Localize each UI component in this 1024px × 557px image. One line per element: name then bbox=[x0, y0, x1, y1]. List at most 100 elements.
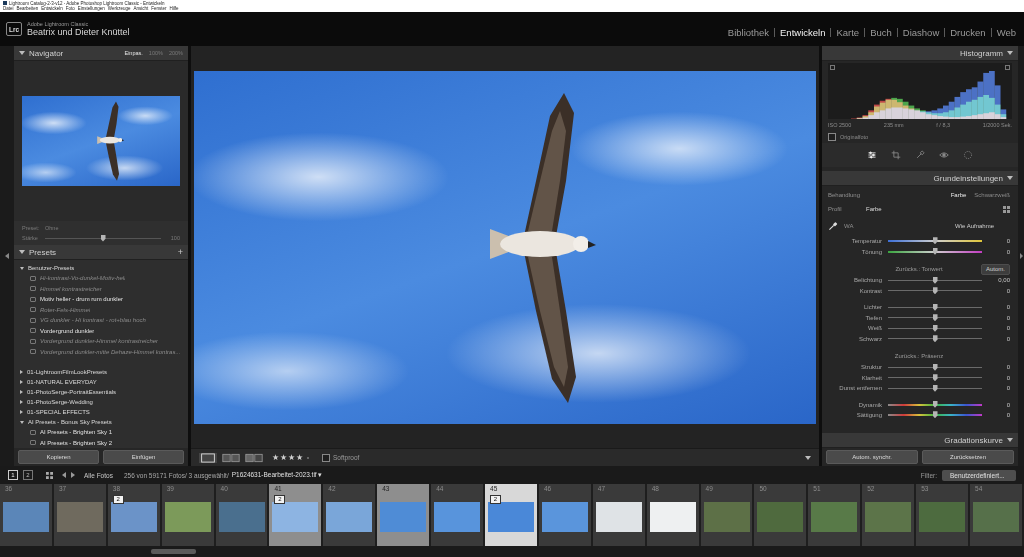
module-tab[interactable]: Bibliothek bbox=[728, 27, 769, 38]
preset-item[interactable]: Motiv heller - drum rum dunkler bbox=[20, 294, 184, 305]
compare-view-icon[interactable] bbox=[222, 453, 240, 463]
module-tab[interactable]: Diashow bbox=[903, 27, 939, 38]
slider-track[interactable] bbox=[888, 280, 982, 281]
basic-header[interactable]: Grundeinstellungen bbox=[822, 171, 1018, 186]
preset-folder[interactable]: Benutzer-Presets bbox=[20, 263, 184, 273]
slider-track[interactable] bbox=[888, 404, 982, 406]
slider-thumb[interactable] bbox=[933, 364, 938, 371]
slider-thumb[interactable] bbox=[933, 411, 938, 418]
amount-slider[interactable] bbox=[45, 238, 161, 239]
file-name[interactable]: P1624631-Bearbeitet-2023.tif ▾ bbox=[232, 471, 323, 479]
preset-folder[interactable]: 01-SPECIAL EFFECTS bbox=[20, 407, 184, 417]
slider-track[interactable] bbox=[888, 290, 982, 291]
grid-view-icon[interactable] bbox=[46, 472, 53, 479]
slider-value[interactable]: 0 bbox=[988, 238, 1010, 244]
slider-thumb[interactable] bbox=[933, 248, 938, 255]
slider-track[interactable] bbox=[888, 338, 982, 339]
checkbox-icon[interactable] bbox=[322, 454, 330, 462]
histogram-header[interactable]: Histogramm bbox=[822, 46, 1018, 61]
slider-track[interactable] bbox=[888, 414, 982, 416]
stack-badge[interactable]: 2 bbox=[490, 495, 501, 504]
wb-dropdown[interactable]: Wie Aufnahme bbox=[955, 223, 994, 229]
slider-thumb[interactable] bbox=[933, 287, 938, 294]
panel-button[interactable]: Kopieren bbox=[18, 450, 99, 464]
slider-track[interactable] bbox=[888, 367, 982, 368]
preset-item[interactable]: VG dunkler - Hi kontrast - rot+blau hoch bbox=[20, 315, 184, 326]
stack-badge[interactable]: 2 bbox=[113, 495, 124, 504]
preset-item[interactable]: Roter-Fels-Himmel bbox=[20, 305, 184, 316]
profile-value[interactable]: Farbe bbox=[866, 206, 882, 212]
eyedropper-icon[interactable] bbox=[828, 221, 838, 231]
module-tab[interactable]: Karte bbox=[836, 27, 859, 38]
panel-button[interactable]: Autom. synchr. bbox=[826, 450, 918, 464]
loupe-view-icon[interactable] bbox=[199, 453, 217, 463]
zoom-option[interactable]: Einpas. bbox=[124, 50, 142, 56]
left-panel-toggle[interactable] bbox=[0, 46, 14, 466]
slider-track[interactable] bbox=[888, 377, 982, 378]
slider-track[interactable] bbox=[888, 317, 982, 318]
panel-button[interactable]: Zurücksetzen bbox=[922, 450, 1014, 464]
slider-value[interactable]: 0 bbox=[988, 249, 1010, 255]
navigator-preview[interactable] bbox=[22, 96, 180, 186]
slider-thumb[interactable] bbox=[933, 304, 938, 311]
slider-value[interactable]: 0 bbox=[988, 315, 1010, 321]
filmstrip-thumbnail[interactable]: 51 bbox=[808, 484, 862, 546]
preset-item[interactable]: Vordergrund dunkler bbox=[20, 326, 184, 337]
menu-item[interactable]: Einstellungen bbox=[78, 6, 105, 12]
slider-value[interactable]: 0 bbox=[988, 364, 1010, 370]
slider-thumb[interactable] bbox=[933, 374, 938, 381]
preset-item[interactable]: AI Presets - Brighten Sky 2 bbox=[20, 438, 184, 449]
slider-track[interactable] bbox=[888, 240, 982, 242]
empty-star-icon[interactable] bbox=[307, 457, 309, 459]
slider-value[interactable]: 0 bbox=[988, 336, 1010, 342]
filmstrip-thumbnail[interactable]: 452 bbox=[485, 484, 539, 546]
toolbar-dropdown-icon[interactable] bbox=[805, 456, 811, 460]
menu-item[interactable]: Hilfe bbox=[170, 6, 179, 12]
filmstrip-thumbnail[interactable]: 40 bbox=[216, 484, 270, 546]
panel-button[interactable]: Einfügen bbox=[103, 450, 184, 464]
menu-item[interactable]: Fenster bbox=[151, 6, 166, 12]
filmstrip-thumbnail[interactable]: 382 bbox=[108, 484, 162, 546]
tone-curve-header[interactable]: Gradationskurve bbox=[822, 433, 1018, 448]
highlight-clipping-icon[interactable] bbox=[1005, 65, 1010, 70]
before-after-icon[interactable] bbox=[245, 453, 263, 463]
preset-item[interactable]: Himmel kontrastreicher bbox=[20, 284, 184, 295]
preset-folder[interactable]: 01-NATURAL EVERYDAY bbox=[20, 377, 184, 387]
filmstrip-thumbnail[interactable]: 54 bbox=[970, 484, 1024, 546]
screen-button[interactable]: 2 bbox=[23, 470, 33, 480]
filmstrip-thumbnail[interactable]: 42 bbox=[323, 484, 377, 546]
star-icon[interactable]: ★ bbox=[296, 453, 303, 462]
slider-track[interactable] bbox=[888, 307, 982, 308]
presets-header[interactable]: Presets+ bbox=[14, 245, 188, 260]
filmstrip-thumbnail[interactable]: 53 bbox=[916, 484, 970, 546]
star-icon[interactable]: ★ bbox=[272, 453, 279, 462]
slider-thumb[interactable] bbox=[933, 335, 938, 342]
slider-value[interactable]: 0 bbox=[988, 375, 1010, 381]
main-photo[interactable] bbox=[194, 71, 816, 424]
edit-tool-icon[interactable] bbox=[867, 150, 877, 160]
zoom-option[interactable]: 100% bbox=[149, 50, 163, 56]
shadow-clipping-icon[interactable] bbox=[830, 65, 835, 70]
screen-button[interactable]: 1 bbox=[8, 470, 18, 480]
crop-tool-icon[interactable] bbox=[891, 150, 901, 160]
module-tab[interactable]: Entwickeln bbox=[780, 27, 825, 38]
preset-item[interactable]: Vordergrund dunkler-Himmel kontrastreich… bbox=[20, 336, 184, 347]
slider-thumb[interactable] bbox=[933, 314, 938, 321]
slider-thumb[interactable] bbox=[933, 277, 938, 284]
profile-browser-icon[interactable] bbox=[1003, 206, 1010, 213]
slider-track[interactable] bbox=[888, 388, 982, 389]
mask-tool-icon[interactable] bbox=[963, 150, 973, 160]
slider-value[interactable]: 0 bbox=[988, 325, 1010, 331]
slider-thumb[interactable] bbox=[101, 235, 106, 242]
softproof-checkbox[interactable]: Softproof bbox=[322, 454, 359, 462]
slider-track[interactable] bbox=[888, 251, 982, 253]
filmstrip-thumbnail[interactable]: 48 bbox=[647, 484, 701, 546]
source-label[interactable]: Alle Fotos bbox=[84, 472, 113, 479]
filmstrip-thumbnail[interactable]: 412 bbox=[269, 484, 323, 546]
slider-thumb[interactable] bbox=[933, 325, 938, 332]
slider-value[interactable]: 0 bbox=[988, 288, 1010, 294]
star-rating[interactable]: ★★★★ bbox=[272, 453, 309, 462]
preset-item[interactable]: Hi-kontrast-Vo-dunkel-Motiv-hell bbox=[20, 273, 184, 284]
filmstrip-thumbnail[interactable]: 47 bbox=[593, 484, 647, 546]
filmstrip-thumbnail[interactable]: 44 bbox=[431, 484, 485, 546]
